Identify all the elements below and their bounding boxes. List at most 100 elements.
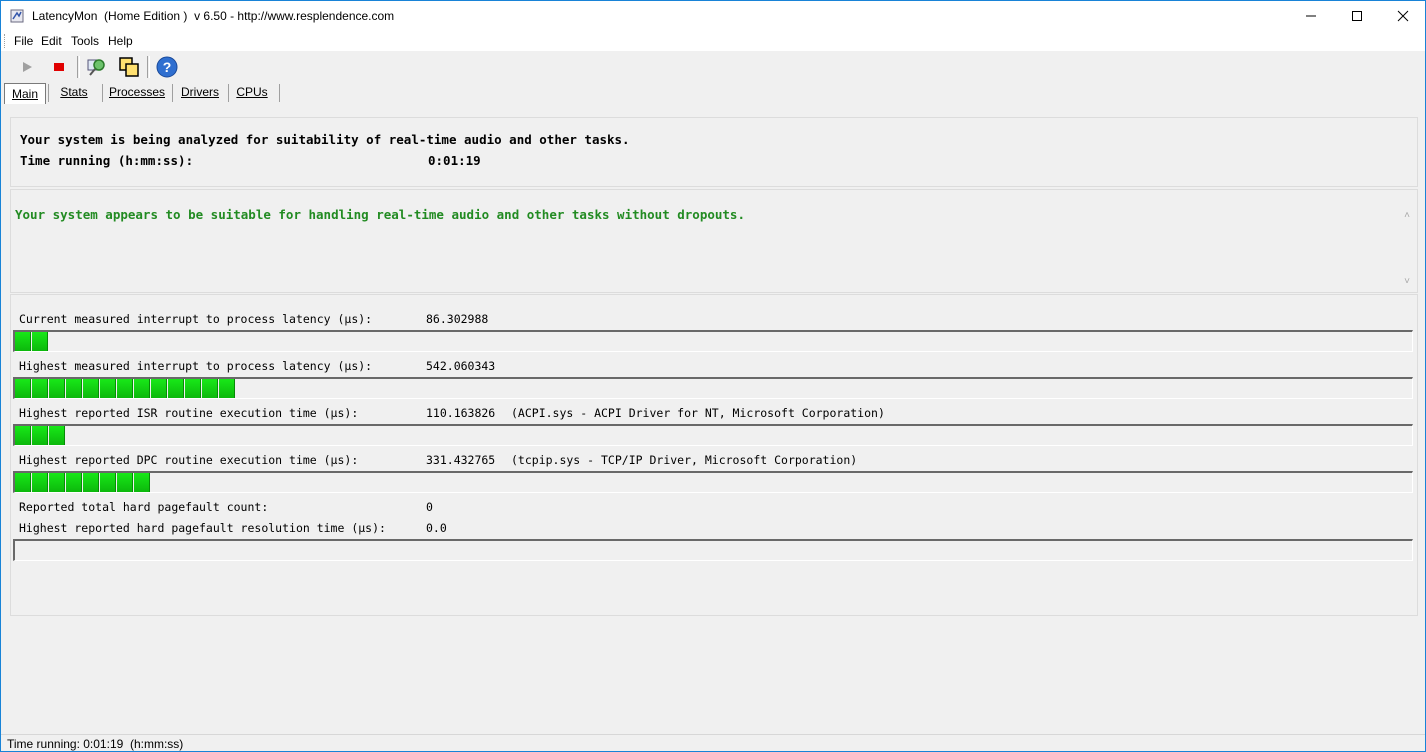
bar-segment [49, 473, 65, 492]
help-icon: ? [156, 56, 178, 78]
bar-segment [15, 332, 31, 351]
bar-segment [100, 379, 116, 398]
window-title: LatencyMon (Home Edition ) v 6.50 - http… [32, 9, 395, 23]
bar-segment [49, 426, 65, 445]
tab-separator [48, 84, 49, 102]
pagefault-time-label: Highest reported hard pagefault resoluti… [19, 521, 386, 535]
close-icon [1397, 10, 1409, 22]
bar-segment [134, 473, 150, 492]
stop-button[interactable] [46, 54, 72, 80]
metric-label: Highest measured interrupt to process la… [19, 359, 373, 373]
pagefault-count-label: Reported total hard pagefault count: [19, 500, 269, 514]
menu-file[interactable]: File [14, 34, 33, 48]
metric-value: 542.060343 [426, 359, 496, 373]
bar-segment [83, 473, 99, 492]
toolbar: ? [1, 52, 1425, 82]
title-bar: LatencyMon (Home Edition ) v 6.50 - http… [1, 1, 1425, 31]
latency-bar [13, 377, 1413, 399]
status-bar: Time running: 0:01:19 (h:mm:ss) [1, 734, 1425, 751]
scroll-down-icon[interactable]: ˅ [1399, 274, 1415, 290]
metrics-panel: Current measured interrupt to process la… [10, 294, 1418, 616]
tab-bar: Main Stats Processes Drivers CPUs [1, 82, 1425, 104]
tab-stats[interactable]: Stats [53, 82, 95, 102]
status-text: Time running: 0:01:19 (h:mm:ss) [7, 737, 184, 751]
metric-value: 110.163826 [426, 406, 496, 420]
tab-drivers[interactable]: Drivers [177, 82, 223, 102]
tab-processes[interactable]: Processes [107, 82, 167, 102]
minimize-button[interactable] [1288, 1, 1334, 31]
analysis-panel: Your system is being analyzed for suitab… [10, 117, 1418, 187]
bar-segment [15, 473, 31, 492]
bar-segment [32, 473, 48, 492]
metric-label: Current measured interrupt to process la… [19, 312, 373, 326]
app-window: LatencyMon (Home Edition ) v 6.50 - http… [0, 0, 1426, 752]
latency-bar [13, 471, 1413, 493]
menu-bar: File Edit Tools Help [1, 31, 1425, 51]
metric-driver-info: (ACPI.sys - ACPI Driver for NT, Microsof… [511, 406, 885, 420]
close-button[interactable] [1380, 1, 1425, 31]
tab-main[interactable]: Main [4, 83, 46, 104]
toolbar-separator [147, 56, 150, 78]
metric-value: 331.432765 [426, 453, 496, 467]
menu-grip [4, 34, 7, 48]
bar-segment [100, 473, 116, 492]
metric-label: Highest reported DPC routine execution t… [19, 453, 359, 467]
time-running-value: 0:01:19 [428, 153, 481, 168]
tab-separator [172, 84, 173, 102]
windows-button[interactable] [116, 54, 142, 80]
play-icon [23, 62, 32, 72]
bar-segment [15, 379, 31, 398]
latency-bar [13, 424, 1413, 446]
bar-segment [202, 379, 218, 398]
pagefault-time-value: 0.0 [426, 521, 447, 535]
bar-segment [66, 379, 82, 398]
scroll-up-icon[interactable]: ˄ [1399, 208, 1415, 224]
metric-label: Highest reported ISR routine execution t… [19, 406, 359, 420]
latency-bar [13, 330, 1413, 352]
bar-fill [15, 379, 236, 398]
svg-text:?: ? [163, 59, 172, 75]
time-running-label: Time running (h:mm:ss): [20, 153, 194, 168]
verdict-panel: Your system appears to be suitable for h… [10, 189, 1418, 293]
bar-segment [15, 426, 31, 445]
pagefault-count-value: 0 [426, 500, 433, 514]
bar-fill [15, 473, 151, 492]
tab-cpus[interactable]: CPUs [233, 82, 271, 102]
bar-segment [32, 332, 48, 351]
bar-segment [83, 379, 99, 398]
maximize-icon [1352, 11, 1362, 21]
help-button[interactable]: ? [154, 54, 180, 80]
find-icon [87, 59, 105, 76]
bar-segment [32, 426, 48, 445]
verdict-text: Your system appears to be suitable for h… [15, 207, 745, 222]
start-button[interactable] [14, 54, 40, 80]
metric-driver-info: (tcpip.sys - TCP/IP Driver, Microsoft Co… [511, 453, 858, 467]
bar-segment [185, 379, 201, 398]
windows-icon [119, 57, 139, 77]
bar-segment [66, 473, 82, 492]
bar-segment [134, 379, 150, 398]
menu-help[interactable]: Help [108, 34, 133, 48]
bar-segment [117, 379, 133, 398]
metric-value: 86.302988 [426, 312, 489, 326]
bar-segment [49, 379, 65, 398]
toolbar-separator [77, 56, 80, 78]
tab-separator [102, 84, 103, 102]
tab-separator [279, 84, 280, 102]
menu-tools[interactable]: Tools [71, 34, 99, 48]
bar-segment [32, 379, 48, 398]
stop-icon [54, 63, 64, 71]
pagefault-bar [13, 539, 1413, 561]
tab-separator [228, 84, 229, 102]
bar-segment [168, 379, 184, 398]
bar-fill [15, 332, 49, 351]
maximize-button[interactable] [1334, 1, 1380, 31]
analysis-message: Your system is being analyzed for suitab… [20, 132, 630, 147]
find-button[interactable] [84, 54, 110, 80]
menu-edit[interactable]: Edit [41, 34, 62, 48]
bar-fill [15, 426, 66, 445]
bar-segment [219, 379, 235, 398]
bar-segment [151, 379, 167, 398]
minimize-icon [1306, 15, 1316, 17]
app-icon [10, 9, 24, 23]
